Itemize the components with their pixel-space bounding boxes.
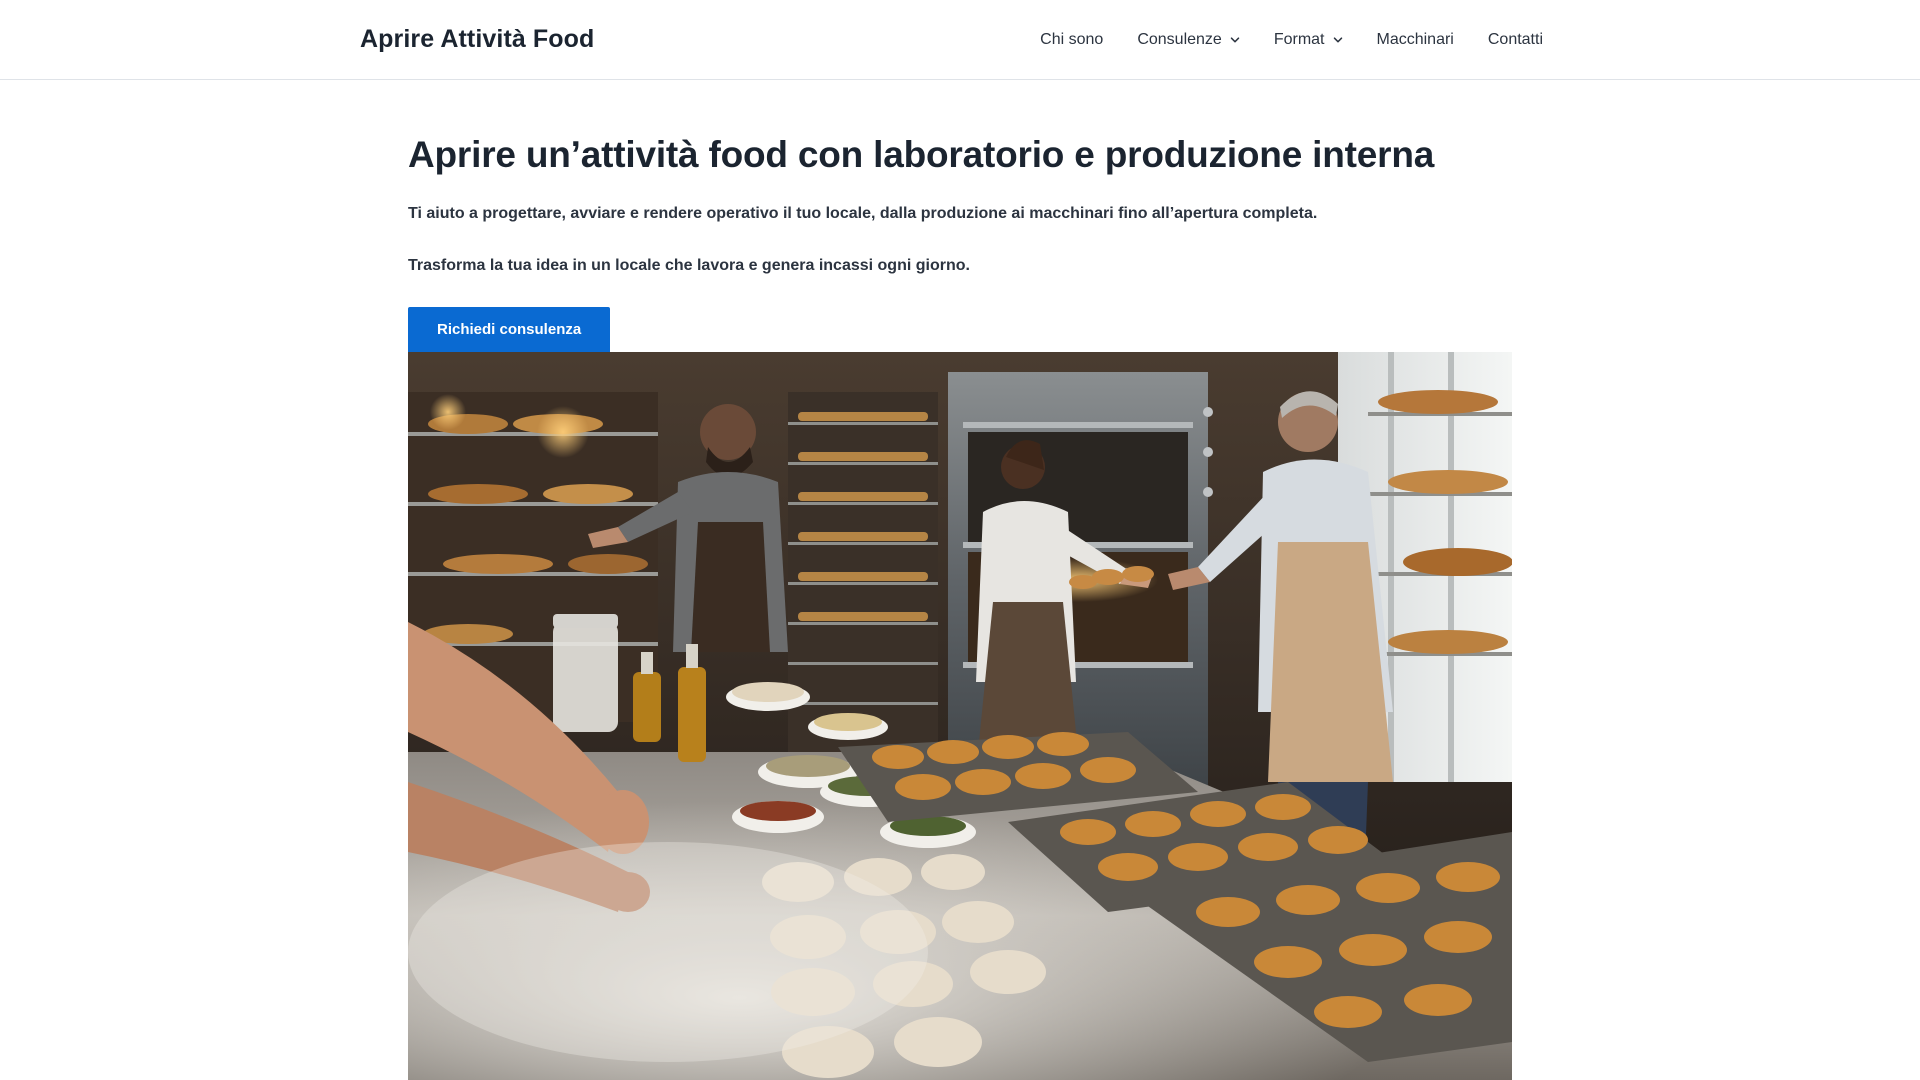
hero-description: Ti aiuto a progettare, avviare e rendere… (408, 205, 1318, 222)
nav-item-label: Consulenze (1137, 31, 1222, 48)
main-navigation: Chi sono Consulenze Format Macchinari Co… (1040, 28, 1543, 52)
nav-item-label: Macchinari (1376, 31, 1454, 48)
page-title: Aprire un’attività food con laboratorio … (408, 134, 1435, 175)
chevron-down-icon (1333, 35, 1343, 45)
nav-item-format[interactable]: Format (1274, 28, 1343, 52)
main-content: Aprire un’attività food con laboratorio … (408, 80, 1512, 352)
nav-item-label: Contatti (1487, 31, 1543, 48)
nav-item-contatti[interactable]: Contatti (1488, 28, 1543, 52)
nav-item-label: Format (1273, 31, 1325, 48)
nav-item-label: Chi sono (1040, 31, 1104, 48)
site-logo[interactable]: Aprire Attività Food (360, 24, 594, 54)
nav-item-chi-sono[interactable]: Chi sono (1040, 28, 1103, 52)
hero-bakery-image (408, 352, 1512, 1080)
nav-item-consulenze[interactable]: Consulenze (1137, 28, 1240, 52)
hero-tagline: Trasforma la tua idea in un locale che l… (408, 257, 970, 274)
request-consultation-button[interactable]: Richiedi consulenza (408, 307, 611, 352)
bakery-laboratory-illustration (408, 352, 1512, 1080)
chevron-down-icon (1230, 35, 1240, 45)
site-header: Aprire Attività Food Chi sono Consulenze… (0, 0, 1920, 80)
nav-item-macchinari[interactable]: Macchinari (1377, 28, 1454, 52)
